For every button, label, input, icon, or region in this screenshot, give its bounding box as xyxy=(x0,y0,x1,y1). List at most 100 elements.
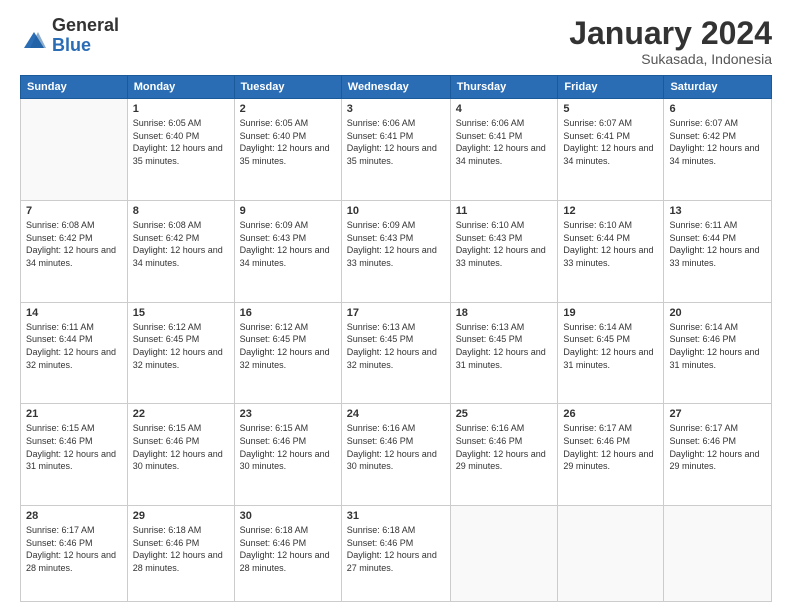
day-info: Sunrise: 6:16 AMSunset: 6:46 PMDaylight:… xyxy=(347,422,445,472)
weekday-header-wednesday: Wednesday xyxy=(341,76,450,99)
day-number: 12 xyxy=(563,205,658,217)
week-row-5: 28 Sunrise: 6:17 AMSunset: 6:46 PMDayligh… xyxy=(21,506,772,602)
day-info: Sunrise: 6:15 AMSunset: 6:46 PMDaylight:… xyxy=(133,422,229,472)
calendar-cell: 27Sunrise: 6:17 AMSunset: 6:46 PMDayligh… xyxy=(664,404,772,506)
calendar-cell: 22 Sunrise: 6:15 AMSunset: 6:46 PMDayligh… xyxy=(127,404,234,506)
day-number: 11 xyxy=(456,205,553,217)
day-info: Sunrise: 6:15 AMSunset: 6:46 PMDaylight:… xyxy=(240,422,336,472)
calendar-cell: 6 Sunrise: 6:07 AMSunset: 6:42 PMDaylight… xyxy=(664,99,772,201)
weekday-header-tuesday: Tuesday xyxy=(234,76,341,99)
day-info: Sunrise: 6:09 AMSunset: 6:43 PMDaylight:… xyxy=(347,219,445,269)
day-info: Sunrise: 6:12 AMSunset: 6:45 PMDaylight:… xyxy=(133,321,229,371)
weekday-header-thursday: Thursday xyxy=(450,76,558,99)
logo-text: General Blue xyxy=(52,16,119,56)
week-row-1: 1 Sunrise: 6:05 AMSunset: 6:40 PMDaylight… xyxy=(21,99,772,201)
day-info: Sunrise: 6:17 AMSunset: 6:46 PMDaylight:… xyxy=(669,422,766,472)
day-number: 5 xyxy=(563,103,658,115)
day-number: 29 xyxy=(133,510,229,522)
day-info: Sunrise: 6:09 AMSunset: 6:43 PMDaylight:… xyxy=(240,219,336,269)
day-info: Sunrise: 6:18 AMSunset: 6:46 PMDaylight:… xyxy=(240,524,336,574)
calendar-cell: 3 Sunrise: 6:06 AMSunset: 6:41 PMDaylight… xyxy=(341,99,450,201)
day-number: 31 xyxy=(347,510,445,522)
calendar-cell: 29 Sunrise: 6:18 AMSunset: 6:46 PMDayligh… xyxy=(127,506,234,602)
day-number: 28 xyxy=(26,510,122,522)
day-number: 26 xyxy=(563,408,658,420)
calendar-cell xyxy=(21,99,128,201)
day-info: Sunrise: 6:05 AMSunset: 6:40 PMDaylight:… xyxy=(133,117,229,167)
weekday-header-sunday: Sunday xyxy=(21,76,128,99)
day-number: 8 xyxy=(133,205,229,217)
day-number: 21 xyxy=(26,408,122,420)
day-number: 15 xyxy=(133,307,229,319)
calendar-cell: 20 Sunrise: 6:14 AMSunset: 6:46 PMDayligh… xyxy=(664,302,772,404)
day-number: 1 xyxy=(133,103,229,115)
calendar-cell: 31 Sunrise: 6:18 AMSunset: 6:46 PMDayligh… xyxy=(341,506,450,602)
day-info: Sunrise: 6:18 AMSunset: 6:46 PMDaylight:… xyxy=(347,524,445,574)
day-number: 18 xyxy=(456,307,553,319)
calendar-cell: 18 Sunrise: 6:13 AMSunset: 6:45 PMDayligh… xyxy=(450,302,558,404)
day-number: 20 xyxy=(669,307,766,319)
day-info: Sunrise: 6:06 AMSunset: 6:41 PMDaylight:… xyxy=(347,117,445,167)
calendar-cell: 16Sunrise: 6:12 AMSunset: 6:45 PMDayligh… xyxy=(234,302,341,404)
day-info: Sunrise: 6:07 AMSunset: 6:41 PMDaylight:… xyxy=(563,117,658,167)
calendar-cell: 2Sunrise: 6:05 AMSunset: 6:40 PMDaylight… xyxy=(234,99,341,201)
day-info: Sunrise: 6:13 AMSunset: 6:45 PMDaylight:… xyxy=(456,321,553,371)
weekday-header-monday: Monday xyxy=(127,76,234,99)
calendar-cell: 10 Sunrise: 6:09 AMSunset: 6:43 PMDayligh… xyxy=(341,200,450,302)
day-info: Sunrise: 6:15 AMSunset: 6:46 PMDaylight:… xyxy=(26,422,122,472)
calendar-cell: 28 Sunrise: 6:17 AMSunset: 6:46 PMDayligh… xyxy=(21,506,128,602)
day-info: Sunrise: 6:06 AMSunset: 6:41 PMDaylight:… xyxy=(456,117,553,167)
day-number: 24 xyxy=(347,408,445,420)
calendar-cell: 17 Sunrise: 6:13 AMSunset: 6:45 PMDayligh… xyxy=(341,302,450,404)
calendar-cell: 15 Sunrise: 6:12 AMSunset: 6:45 PMDayligh… xyxy=(127,302,234,404)
day-number: 23 xyxy=(240,408,336,420)
weekday-header-saturday: Saturday xyxy=(664,76,772,99)
day-info: Sunrise: 6:11 AMSunset: 6:44 PMDaylight:… xyxy=(26,321,122,371)
calendar-cell xyxy=(558,506,664,602)
day-info: Sunrise: 6:08 AMSunset: 6:42 PMDaylight:… xyxy=(26,219,122,269)
header: General Blue January 2024 Sukasada, Indo… xyxy=(20,16,772,67)
day-number: 3 xyxy=(347,103,445,115)
day-number: 22 xyxy=(133,408,229,420)
day-info: Sunrise: 6:07 AMSunset: 6:42 PMDaylight:… xyxy=(669,117,766,167)
day-number: 19 xyxy=(563,307,658,319)
day-number: 30 xyxy=(240,510,336,522)
day-info: Sunrise: 6:17 AMSunset: 6:46 PMDaylight:… xyxy=(563,422,658,472)
logo-blue: Blue xyxy=(52,36,119,56)
calendar-cell xyxy=(664,506,772,602)
calendar-cell: 1 Sunrise: 6:05 AMSunset: 6:40 PMDaylight… xyxy=(127,99,234,201)
calendar-cell: 19 Sunrise: 6:14 AMSunset: 6:45 PMDayligh… xyxy=(558,302,664,404)
day-number: 6 xyxy=(669,103,766,115)
day-number: 14 xyxy=(26,307,122,319)
day-number: 9 xyxy=(240,205,336,217)
day-info: Sunrise: 6:11 AMSunset: 6:44 PMDaylight:… xyxy=(669,219,766,269)
calendar-cell: 26 Sunrise: 6:17 AMSunset: 6:46 PMDayligh… xyxy=(558,404,664,506)
day-number: 10 xyxy=(347,205,445,217)
weekday-header-row: SundayMondayTuesdayWednesdayThursdayFrid… xyxy=(21,76,772,99)
week-row-3: 14 Sunrise: 6:11 AMSunset: 6:44 PMDayligh… xyxy=(21,302,772,404)
day-number: 2 xyxy=(240,103,336,115)
week-row-2: 7Sunrise: 6:08 AMSunset: 6:42 PMDaylight… xyxy=(21,200,772,302)
day-number: 16 xyxy=(240,307,336,319)
day-number: 25 xyxy=(456,408,553,420)
day-info: Sunrise: 6:10 AMSunset: 6:44 PMDaylight:… xyxy=(563,219,658,269)
calendar-cell: 5 Sunrise: 6:07 AMSunset: 6:41 PMDaylight… xyxy=(558,99,664,201)
calendar-cell: 11Sunrise: 6:10 AMSunset: 6:43 PMDayligh… xyxy=(450,200,558,302)
day-info: Sunrise: 6:14 AMSunset: 6:45 PMDaylight:… xyxy=(563,321,658,371)
logo: General Blue xyxy=(20,16,119,56)
week-row-4: 21 Sunrise: 6:15 AMSunset: 6:46 PMDayligh… xyxy=(21,404,772,506)
calendar-cell: 9 Sunrise: 6:09 AMSunset: 6:43 PMDaylight… xyxy=(234,200,341,302)
day-info: Sunrise: 6:14 AMSunset: 6:46 PMDaylight:… xyxy=(669,321,766,371)
calendar-cell: 8Sunrise: 6:08 AMSunset: 6:42 PMDaylight… xyxy=(127,200,234,302)
calendar-cell: 30 Sunrise: 6:18 AMSunset: 6:46 PMDayligh… xyxy=(234,506,341,602)
day-info: Sunrise: 6:17 AMSunset: 6:46 PMDaylight:… xyxy=(26,524,122,574)
day-number: 17 xyxy=(347,307,445,319)
calendar-cell xyxy=(450,506,558,602)
calendar-cell: 23 Sunrise: 6:15 AMSunset: 6:46 PMDayligh… xyxy=(234,404,341,506)
day-info: Sunrise: 6:13 AMSunset: 6:45 PMDaylight:… xyxy=(347,321,445,371)
day-info: Sunrise: 6:18 AMSunset: 6:46 PMDaylight:… xyxy=(133,524,229,574)
calendar-cell: 25 Sunrise: 6:16 AMSunset: 6:46 PMDayligh… xyxy=(450,404,558,506)
weekday-header-friday: Friday xyxy=(558,76,664,99)
calendar-cell: 4Sunrise: 6:06 AMSunset: 6:41 PMDaylight… xyxy=(450,99,558,201)
day-info: Sunrise: 6:16 AMSunset: 6:46 PMDaylight:… xyxy=(456,422,553,472)
